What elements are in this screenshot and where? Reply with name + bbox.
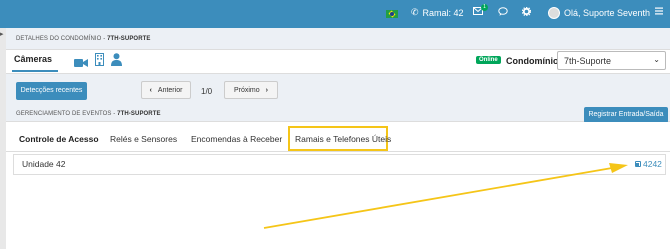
annotation-arrow	[263, 163, 628, 229]
